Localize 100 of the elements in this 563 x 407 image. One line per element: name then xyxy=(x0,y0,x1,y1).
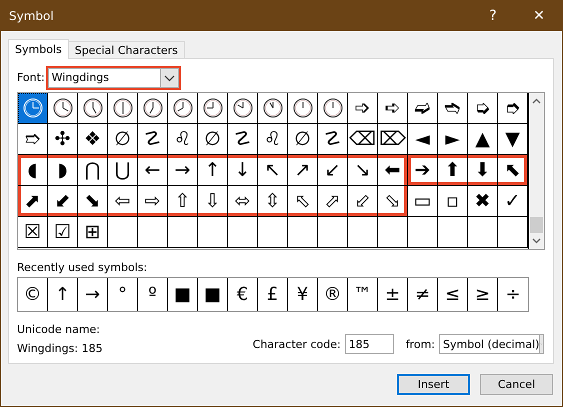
recent-symbol[interactable]: ÷ xyxy=(498,278,528,311)
character-code-field[interactable]: 185 xyxy=(344,334,394,354)
font-label: Font: xyxy=(17,71,45,84)
symbol-cell[interactable]: ▭ xyxy=(408,186,438,217)
symbol-cell[interactable] xyxy=(288,93,318,124)
symbol-cell[interactable] xyxy=(198,93,228,124)
close-button[interactable]: ✕ xyxy=(516,0,562,31)
symbol-cell[interactable]: → xyxy=(168,155,198,186)
symbol-cell[interactable]: ☑ xyxy=(48,217,78,248)
symbol-cell[interactable]: ◄ xyxy=(408,124,438,155)
symbol-cell[interactable]: ⬇ xyxy=(468,155,498,186)
symbol-cell[interactable]: ⬆ xyxy=(438,155,468,186)
symbol-cell[interactable]: ⬀ xyxy=(318,186,348,217)
symbol-cell[interactable]: ⇧ xyxy=(168,186,198,217)
character-code-label: Character code: xyxy=(252,338,341,350)
symbol-cell[interactable]: ❖ xyxy=(78,124,108,155)
symbol-cell[interactable]: ▼ xyxy=(498,124,528,155)
symbol-cell[interactable]: ✓ xyxy=(498,186,528,217)
symbol-cell[interactable]: ⊞ xyxy=(78,217,108,248)
symbol-cell[interactable] xyxy=(138,93,168,124)
symbol-cell[interactable]: ⬅ xyxy=(378,155,408,186)
from-dropdown[interactable]: Symbol (decimal) xyxy=(439,334,544,354)
recent-symbols-label: Recently used symbols: xyxy=(17,261,148,274)
symbol-cell[interactable] xyxy=(258,93,288,124)
empty-cell xyxy=(138,217,168,248)
font-dropdown[interactable]: Wingdings xyxy=(48,68,179,88)
empty-cell xyxy=(468,217,498,248)
empty-cell xyxy=(198,217,228,248)
symbol-cell[interactable]: ↑ xyxy=(198,155,228,186)
symbol-cell[interactable]: ⬈ xyxy=(18,186,48,217)
symbol-cell[interactable]: ➫ xyxy=(408,93,438,124)
symbol-cell[interactable]: ⬉ xyxy=(498,155,528,186)
symbol-cell[interactable]: ← xyxy=(138,155,168,186)
symbol-cell[interactable]: ► xyxy=(438,124,468,155)
symbol-cell[interactable] xyxy=(228,93,258,124)
help-button[interactable]: ? xyxy=(470,0,516,31)
symbol-cell[interactable]: ▲ xyxy=(468,124,498,155)
empty-cell xyxy=(288,217,318,248)
symbol-cell[interactable]: ⬂ xyxy=(378,186,408,217)
symbol-cell[interactable]: ✣ xyxy=(48,124,78,155)
symbol-cell[interactable]: ⋂ xyxy=(78,155,108,186)
symbol-cell[interactable]: ➬ xyxy=(438,93,468,124)
symbol-cell[interactable]: ☡ xyxy=(228,124,258,155)
empty-cell xyxy=(168,217,198,248)
symbol-cell[interactable] xyxy=(18,93,48,124)
symbol-cell[interactable]: ⌫ xyxy=(348,124,378,155)
window-title: Symbol xyxy=(8,8,54,22)
symbol-cell[interactable]: ↗ xyxy=(288,155,318,186)
tab[interactable]: Symbols xyxy=(8,39,69,59)
dialog-button[interactable]: Insert xyxy=(397,374,470,395)
symbol-cell[interactable]: ➮ xyxy=(498,93,528,124)
symbol-cell[interactable]: ➱ xyxy=(18,124,48,155)
symbol-cell[interactable]: ⇦ xyxy=(108,186,138,217)
dialog-button[interactable]: Cancel xyxy=(480,374,553,395)
symbol-cell[interactable]: ⬄ xyxy=(228,186,258,217)
empty-cell xyxy=(318,217,348,248)
symbol-cell[interactable]: ⇳ xyxy=(258,186,288,217)
symbol-cell[interactable]: ∅ xyxy=(288,124,318,155)
symbol-cell[interactable] xyxy=(108,93,138,124)
clock-icon xyxy=(292,97,314,119)
symbol-cell[interactable]: ⬁ xyxy=(288,186,318,217)
clock-icon xyxy=(202,97,224,119)
empty-cell xyxy=(438,217,468,248)
symbol-cell[interactable]: ↖ xyxy=(258,155,288,186)
symbol-cell[interactable] xyxy=(78,93,108,124)
symbol-cell[interactable]: ◗ xyxy=(48,155,78,186)
symbol-cell[interactable]: ⋃ xyxy=(108,155,138,186)
symbol-cell[interactable]: ▫ xyxy=(438,186,468,217)
clock-icon xyxy=(232,97,254,119)
symbol-cell[interactable]: ☒ xyxy=(18,217,48,248)
symbol-cell[interactable]: ➔ xyxy=(408,155,438,186)
symbol-cell[interactable]: ∅ xyxy=(108,124,138,155)
symbol-cell[interactable]: ∅ xyxy=(198,124,228,155)
symbol-cell[interactable] xyxy=(48,93,78,124)
symbol-cell[interactable]: ♌ xyxy=(168,124,198,155)
symbol-cell[interactable]: ✖ xyxy=(468,186,498,217)
symbol-cell[interactable]: ➭ xyxy=(468,93,498,124)
symbol-cell[interactable]: ☡ xyxy=(138,124,168,155)
clock-icon xyxy=(22,97,44,119)
unicode-name-value: Wingdings: 185 xyxy=(17,342,103,355)
symbol-cell[interactable]: ◖ xyxy=(18,155,48,186)
symbol-cell[interactable]: ➪ xyxy=(378,93,408,124)
symbol-cell[interactable] xyxy=(168,93,198,124)
symbol-cell[interactable]: ♌ xyxy=(258,124,288,155)
symbol-cell[interactable]: ⬋ xyxy=(48,186,78,217)
symbol-cell[interactable]: ⇩ xyxy=(198,186,228,217)
symbol-cell[interactable]: ➩ xyxy=(348,93,378,124)
symbol-cell[interactable]: ↘ xyxy=(348,155,378,186)
empty-cell xyxy=(348,217,378,248)
symbol-cell[interactable]: ⇨ xyxy=(138,186,168,217)
clock-icon xyxy=(322,97,344,119)
chevron-down-icon xyxy=(539,335,543,353)
symbol-cell[interactable]: ⌦ xyxy=(378,124,408,155)
tab[interactable]: Special Characters xyxy=(68,41,185,58)
symbol-cell[interactable]: ⬊ xyxy=(78,186,108,217)
symbol-cell[interactable] xyxy=(318,93,348,124)
symbol-cell[interactable]: ↓ xyxy=(228,155,258,186)
symbol-cell[interactable]: ☡ xyxy=(318,124,348,155)
symbol-cell[interactable]: ⬃ xyxy=(348,186,378,217)
symbol-cell[interactable]: ↙ xyxy=(318,155,348,186)
